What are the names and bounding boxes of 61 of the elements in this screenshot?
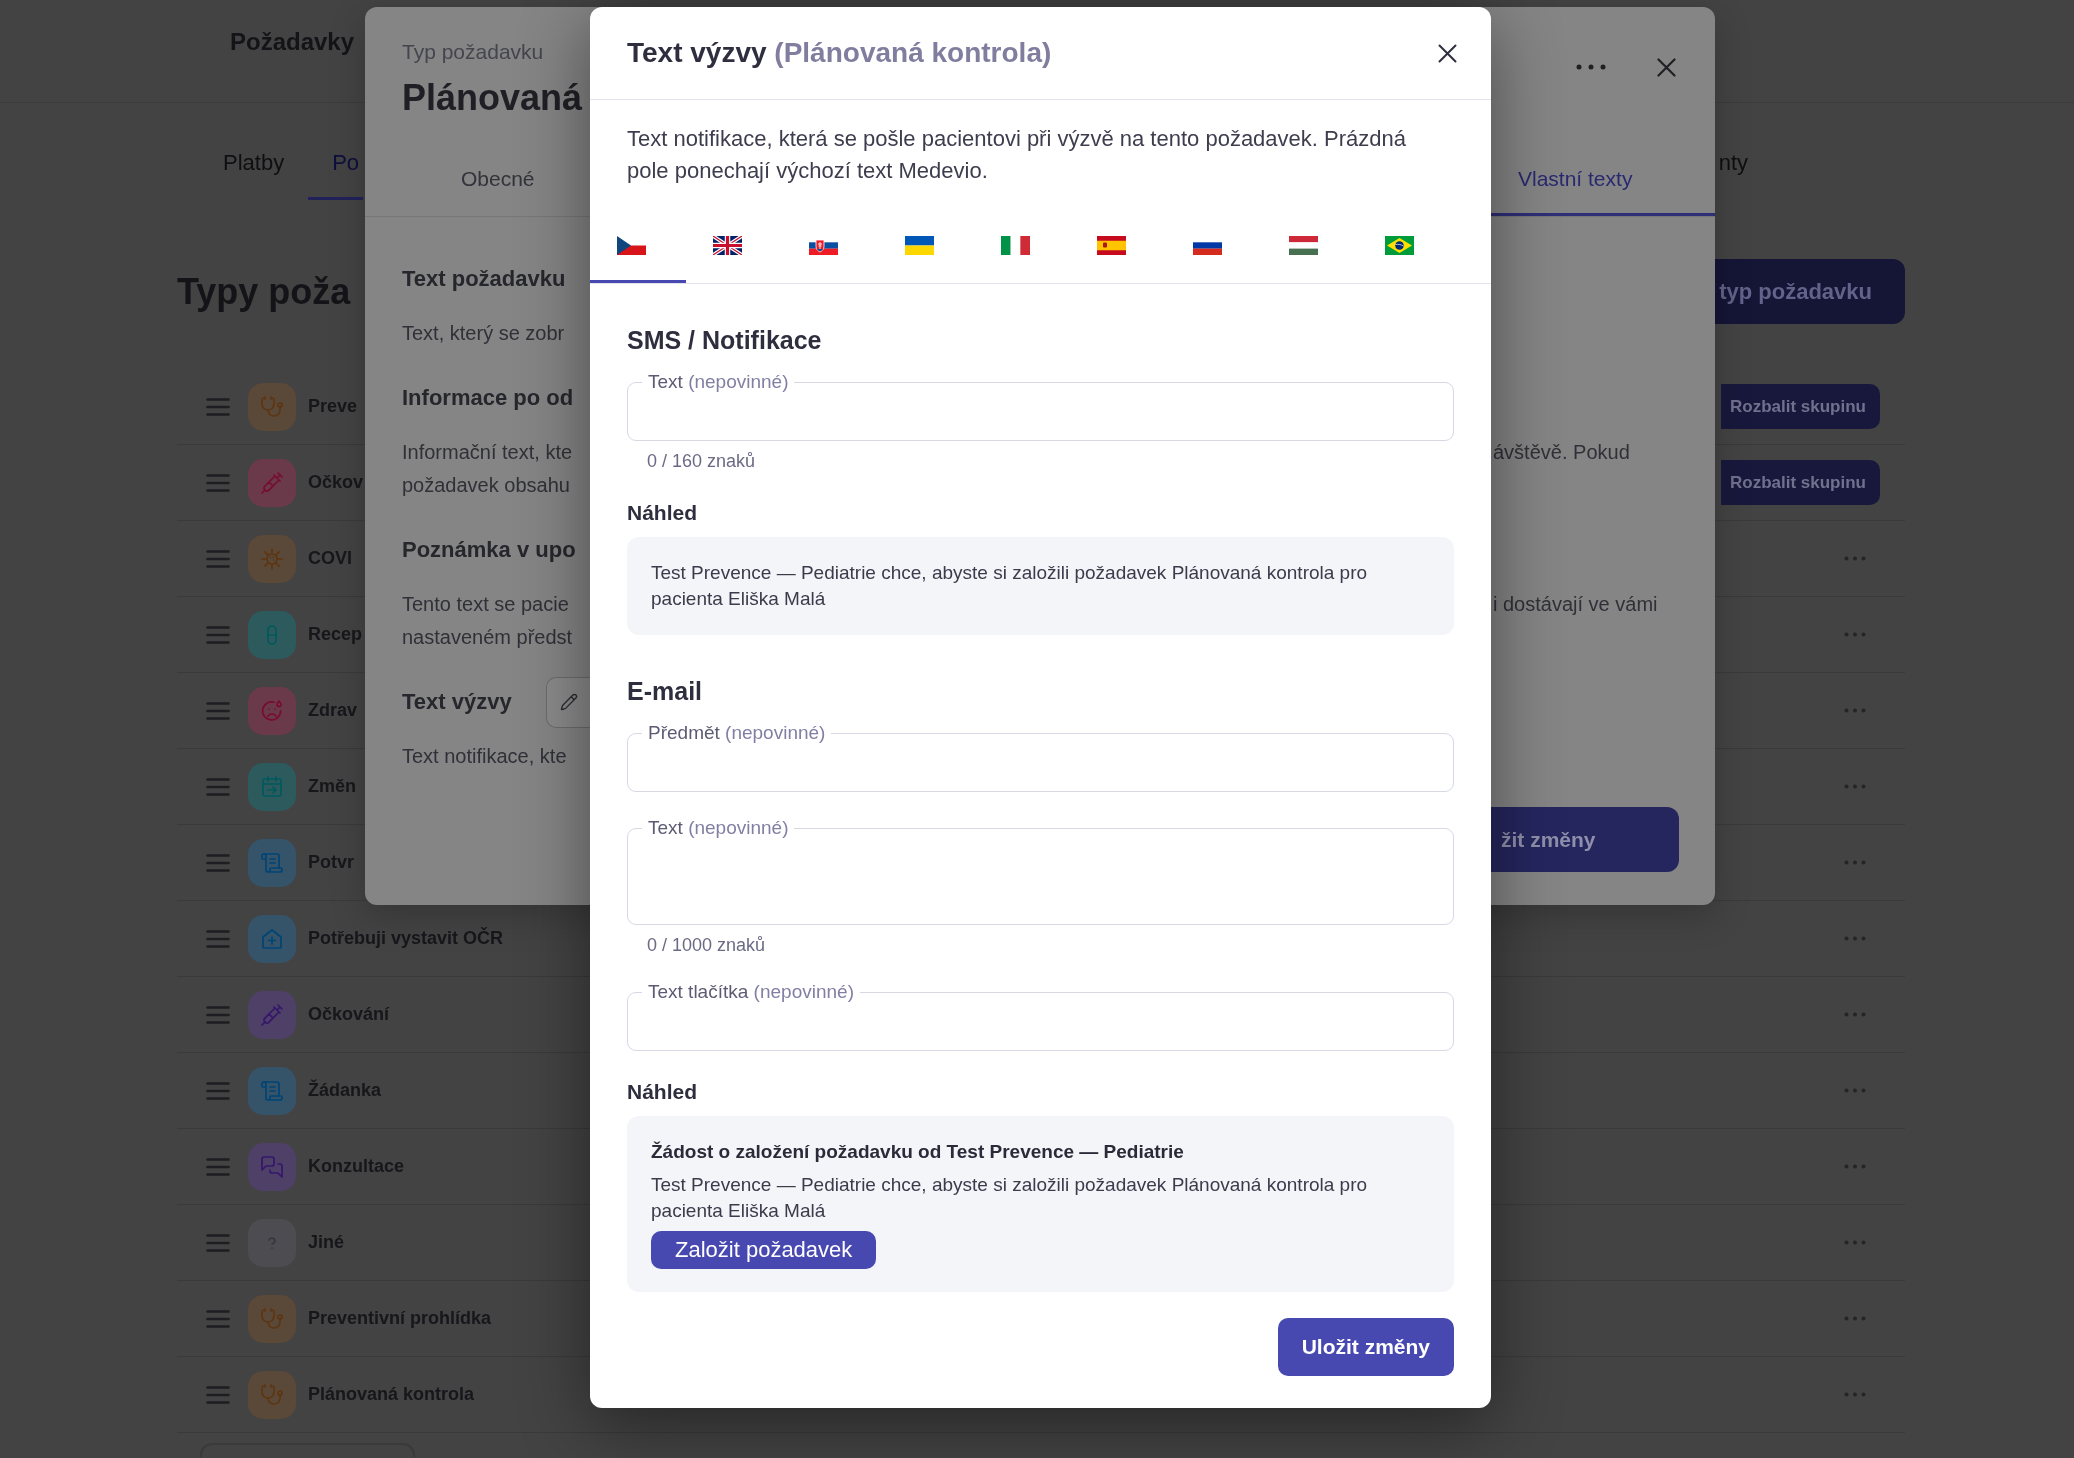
text-field[interactable]: Předmět (nepovinné) bbox=[627, 723, 1454, 792]
section-text: Text notifikace, kte bbox=[402, 744, 567, 769]
brazilian-flag-icon bbox=[1385, 236, 1414, 255]
expand-group-button[interactable]: Rozbalit skupinu bbox=[1721, 460, 1880, 505]
text-field[interactable]: Text tlačítka (nepovinné) bbox=[627, 982, 1454, 1051]
italian-flag-icon bbox=[1001, 236, 1030, 255]
drag-handle-icon[interactable] bbox=[206, 776, 230, 797]
close-icon[interactable] bbox=[1438, 43, 1457, 63]
drag-handle-icon[interactable] bbox=[206, 1232, 230, 1253]
expand-group-button[interactable]: Rozbalit skupinu bbox=[1721, 384, 1880, 429]
drag-handle-icon[interactable] bbox=[206, 700, 230, 721]
preview-text: Test Prevence — Pediatrie chce, abyste si založili požadavek Plánovaná kontrola pro pacienta Eliška Malá bbox=[651, 561, 1369, 611]
drag-handle-icon[interactable] bbox=[206, 624, 230, 645]
section-text: nastaveném předst bbox=[402, 625, 573, 650]
drag-handle-icon[interactable] bbox=[206, 548, 230, 569]
hungarian-flag-icon bbox=[1289, 236, 1318, 255]
text-field[interactable]: Text (nepovinné) bbox=[627, 372, 1454, 441]
add-type-button[interactable]: typ požadavku bbox=[1715, 259, 1905, 324]
edit-button[interactable] bbox=[546, 676, 590, 728]
section-text: Informační text, kte bbox=[402, 440, 573, 465]
tab[interactable]: Obecné bbox=[421, 151, 575, 216]
section-text: Tento text se pacie bbox=[402, 592, 569, 617]
text-area-field[interactable]: Text (nepovinné) bbox=[627, 818, 1454, 925]
section-heading: Text požadavku bbox=[402, 265, 566, 293]
drag-handle-icon[interactable] bbox=[206, 928, 230, 949]
preview-button[interactable]: Založit požadavek bbox=[651, 1231, 877, 1269]
section-text: ávštěvě. Pokud bbox=[1493, 440, 1630, 465]
pencil-icon bbox=[560, 693, 578, 711]
preview-heading: Náhled bbox=[627, 500, 697, 526]
section-text: Text, který se zobr bbox=[402, 321, 565, 346]
dialog-description: Text notifikace, která se pošle pacientovi při výzvě na tento požadavek. Prázdná pole ponechají výchozí text Medevio. bbox=[627, 125, 1407, 185]
preview-text: Test Prevence — Pediatrie chce, abyste si založili požadavek Plánovaná kontrola pro pacienta Eliška Malá bbox=[651, 1173, 1369, 1223]
drag-handle-icon[interactable] bbox=[206, 1156, 230, 1177]
drag-handle-icon[interactable] bbox=[206, 1384, 230, 1405]
dialog-overline: Typ požadavku bbox=[402, 39, 544, 65]
section-heading: SMS / Notifikace bbox=[627, 325, 822, 355]
section-heading: Text výzvy bbox=[402, 688, 512, 716]
spanish-flag-icon bbox=[1097, 236, 1126, 255]
preview-subject: Žádost o založení požadavku od Test Prevence — Pediatrie bbox=[651, 1140, 1185, 1164]
drag-handle-icon[interactable] bbox=[206, 472, 230, 493]
more-icon[interactable] bbox=[1576, 64, 1606, 70]
section-heading: E-mail bbox=[627, 676, 703, 706]
drag-handle-icon[interactable] bbox=[206, 1308, 230, 1329]
preview-heading: Náhled bbox=[627, 1079, 697, 1105]
character-counter: 0 / 160 znaků bbox=[647, 450, 756, 472]
dialog-title: Plánovaná bbox=[402, 76, 583, 120]
czech-flag-icon bbox=[617, 236, 646, 255]
british-flag-icon bbox=[713, 236, 742, 255]
save-button[interactable]: žit změny bbox=[1491, 807, 1679, 872]
character-counter: 0 / 1000 znaků bbox=[647, 934, 766, 956]
section-text: i dostávají ve vámi bbox=[1493, 592, 1658, 617]
drag-handle-icon[interactable] bbox=[206, 1080, 230, 1101]
drag-handle-icon[interactable] bbox=[206, 1004, 230, 1025]
section-text: požadavek obsahu bbox=[402, 473, 570, 498]
drag-handle-icon[interactable] bbox=[206, 396, 230, 417]
save-button[interactable]: Uložit změny bbox=[1277, 1318, 1454, 1376]
ukrainian-flag-icon bbox=[905, 236, 934, 255]
dialog-title: Text výzvy (Plánovaná kontrola) bbox=[627, 36, 1052, 70]
section-heading: Informace po od bbox=[402, 384, 574, 412]
drag-handle-icon[interactable] bbox=[206, 852, 230, 873]
section-heading: Poznámka v upo bbox=[402, 536, 576, 564]
